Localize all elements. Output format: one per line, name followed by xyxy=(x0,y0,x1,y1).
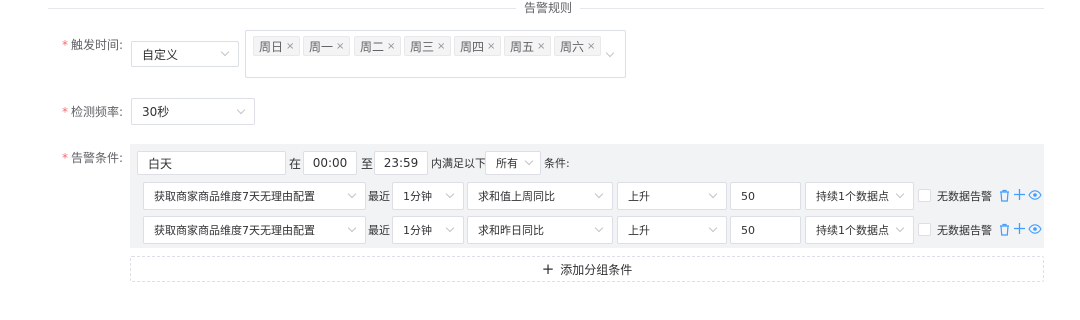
in-text: 在 xyxy=(289,157,302,171)
plus-icon: + xyxy=(541,260,555,278)
threshold-input[interactable]: 50 xyxy=(730,182,801,210)
day-tag: 周六 × xyxy=(554,36,602,56)
to-text: 至 xyxy=(361,157,374,171)
period-name-input[interactable]: 白天 xyxy=(137,151,286,175)
metric-select[interactable]: 获取商家商品维度7天无理由配置 xyxy=(143,182,366,210)
trash-icon[interactable] xyxy=(999,189,1010,202)
aggregation-select[interactable]: 求和值上周同比 xyxy=(467,182,613,210)
day-tag: 周日 × xyxy=(253,36,301,56)
recent-label: 最近 xyxy=(368,190,390,203)
day-tag: 周四 × xyxy=(454,36,502,56)
direction-select[interactable]: 上升 xyxy=(617,216,727,244)
close-icon[interactable]: × xyxy=(437,41,445,52)
eye-icon[interactable] xyxy=(1028,224,1042,234)
add-group-condition-button[interactable]: + 添加分组条件 xyxy=(130,256,1044,282)
duration-select[interactable]: 持续1个数据点 xyxy=(805,182,914,210)
trash-icon[interactable] xyxy=(999,223,1010,236)
trigger-time-label: * 触发时间: xyxy=(62,38,124,52)
required-mark: * xyxy=(62,38,68,52)
day-tag: 周二 × xyxy=(354,36,402,56)
direction-select[interactable]: 上升 xyxy=(617,182,727,210)
window-select[interactable]: 1分钟 xyxy=(392,182,464,210)
no-data-alert-label: 无数据告警 xyxy=(937,224,992,237)
weekday-multiselect[interactable]: 周日 × 周一 × 周二 × 周三 × 周四 × 周五 × 周六 × xyxy=(245,30,626,78)
trigger-mode-select[interactable]: 自定义 xyxy=(131,41,239,67)
metric-select[interactable]: 获取商家商品维度7天无理由配置 xyxy=(143,216,366,244)
no-data-alert-label: 无数据告警 xyxy=(937,190,992,203)
eye-icon[interactable] xyxy=(1028,190,1042,200)
close-icon[interactable]: × xyxy=(487,41,495,52)
start-time-picker[interactable]: 00:00 xyxy=(303,151,357,175)
no-data-alert-checkbox[interactable] xyxy=(918,223,931,236)
plus-icon[interactable] xyxy=(1014,223,1025,234)
match-mode-select[interactable]: 所有 xyxy=(485,151,541,175)
frequency-select[interactable]: 30秒 xyxy=(131,98,255,125)
conditions-suffix: 条件: xyxy=(544,157,570,170)
frequency-label: * 检测频率: xyxy=(62,105,124,119)
add-group-label: 添加分组条件 xyxy=(560,262,633,277)
recent-label: 最近 xyxy=(368,224,390,237)
chevron-down-icon xyxy=(605,48,615,58)
within-text: 内满足以下 xyxy=(431,157,486,170)
close-icon[interactable]: × xyxy=(537,41,545,52)
end-time-picker[interactable]: 23:59 xyxy=(374,151,428,175)
plus-icon[interactable] xyxy=(1014,189,1025,200)
threshold-input[interactable]: 50 xyxy=(730,216,801,244)
required-mark: * xyxy=(62,105,68,119)
close-icon[interactable]: × xyxy=(336,41,344,52)
no-data-alert-checkbox[interactable] xyxy=(918,189,931,202)
day-tag: 周五 × xyxy=(504,36,552,56)
day-tag: 周三 × xyxy=(404,36,452,56)
duration-select[interactable]: 持续1个数据点 xyxy=(805,216,914,244)
window-select[interactable]: 1分钟 xyxy=(392,216,464,244)
close-icon[interactable]: × xyxy=(387,41,395,52)
section-title: 告警规则 xyxy=(516,0,581,16)
close-icon[interactable]: × xyxy=(286,41,294,52)
aggregation-select[interactable]: 求和昨日同比 xyxy=(467,216,613,244)
condition-group-panel: 白天 在 00:00 至 23:59 内满足以下 所有 条件: 获取商家商品维度… xyxy=(130,144,1044,248)
close-icon[interactable]: × xyxy=(587,41,595,52)
required-mark: * xyxy=(62,151,68,165)
conditions-label: * 告警条件: xyxy=(62,151,124,165)
day-tag: 周一 × xyxy=(303,36,351,56)
